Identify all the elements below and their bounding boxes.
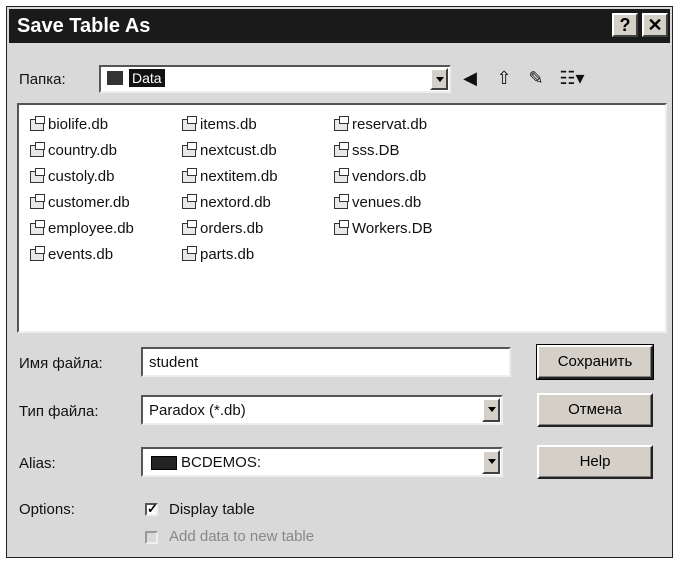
view-menu-icon[interactable]: ☷▾	[555, 67, 589, 89]
database-file-icon	[181, 168, 197, 184]
database-file-icon	[29, 246, 45, 262]
file-item[interactable]: country.db	[29, 137, 134, 163]
file-name: events.db	[48, 245, 114, 263]
alias-value: BCDEMOS:	[181, 454, 262, 471]
database-file-icon	[333, 194, 349, 210]
up-folder-icon[interactable]: ⇧	[493, 67, 515, 89]
alias-label: Alias:	[19, 455, 56, 472]
file-item[interactable]: customer.db	[29, 189, 134, 215]
database-file-icon	[29, 220, 45, 236]
file-name: nextitem.db	[200, 167, 278, 185]
file-column-1: biolife.db country.db custoly.db customer.d…	[29, 111, 134, 267]
folder-combo[interactable]: Data	[99, 65, 451, 93]
file-item[interactable]: events.db	[29, 241, 134, 267]
filetype-label: Тип файла:	[19, 403, 99, 420]
file-item[interactable]: orders.db	[181, 215, 278, 241]
database-file-icon	[29, 194, 45, 210]
add-data-checkbox[interactable]	[145, 531, 158, 544]
filetype-dropdown-arrow[interactable]	[482, 398, 500, 422]
alias-combo[interactable]: BCDEMOS:	[141, 447, 503, 477]
database-file-icon	[29, 142, 45, 158]
file-item[interactable]: Workers.DB	[333, 215, 433, 241]
filename-input[interactable]: student	[141, 347, 511, 377]
database-file-icon	[29, 116, 45, 132]
file-name: sss.DB	[352, 141, 400, 159]
file-name: employee.db	[48, 219, 134, 237]
save-button[interactable]: Сохранить	[536, 344, 654, 380]
file-item[interactable]: employee.db	[29, 215, 134, 241]
save-table-dialog: Save Table As ? ✕ Папка: Data ◀ ⇧ ✎ ☷▾ b…	[6, 6, 673, 558]
file-name: customer.db	[48, 193, 130, 211]
file-item[interactable]: items.db	[181, 111, 278, 137]
file-name: custoly.db	[48, 167, 115, 185]
checkmark-icon: ✓	[147, 501, 158, 516]
file-item[interactable]: reservat.db	[333, 111, 433, 137]
file-name: Workers.DB	[352, 219, 433, 237]
cancel-button[interactable]: Отмена	[537, 393, 653, 427]
database-file-icon	[181, 116, 197, 132]
database-file-icon	[333, 168, 349, 184]
help-title-button[interactable]: ?	[612, 13, 638, 37]
file-item[interactable]: custoly.db	[29, 163, 134, 189]
file-name: nextord.db	[200, 193, 271, 211]
drive-icon	[151, 456, 177, 470]
file-item[interactable]: nextord.db	[181, 189, 278, 215]
file-item[interactable]: vendors.db	[333, 163, 433, 189]
folder-dropdown-arrow[interactable]	[430, 68, 448, 90]
file-name: biolife.db	[48, 115, 109, 133]
filetype-value: Paradox (*.db)	[149, 402, 246, 419]
database-file-icon	[181, 220, 197, 236]
file-item[interactable]: nextcust.db	[181, 137, 278, 163]
file-name: vendors.db	[352, 167, 427, 185]
file-name: country.db	[48, 141, 117, 159]
file-item[interactable]: biolife.db	[29, 111, 134, 137]
display-table-checkbox[interactable]: ✓	[145, 501, 158, 516]
title-bar: Save Table As ? ✕	[9, 9, 670, 43]
file-name: items.db	[200, 115, 257, 133]
database-file-icon	[333, 220, 349, 236]
file-name: reservat.db	[352, 115, 428, 133]
options-label: Options:	[19, 501, 75, 518]
dialog-title: Save Table As	[17, 15, 151, 37]
database-file-icon	[333, 142, 349, 158]
database-file-icon	[181, 142, 197, 158]
filename-value: student	[149, 354, 199, 371]
file-item[interactable]: parts.db	[181, 241, 278, 267]
display-table-label[interactable]: Display table	[169, 501, 255, 518]
add-data-label[interactable]: Add data to new table	[169, 528, 314, 545]
file-name: venues.db	[352, 193, 422, 211]
database-file-icon	[333, 116, 349, 132]
file-item[interactable]: venues.db	[333, 189, 433, 215]
back-icon[interactable]: ◀	[459, 67, 481, 89]
file-column-2: items.db nextcust.db nextitem.db nextord.db…	[181, 111, 278, 267]
folder-icon	[107, 71, 123, 85]
database-file-icon	[29, 168, 45, 184]
filename-label: Имя файла:	[19, 355, 103, 372]
file-item[interactable]: sss.DB	[333, 137, 433, 163]
database-file-icon	[181, 194, 197, 210]
file-name: orders.db	[200, 219, 264, 237]
help-button[interactable]: Help	[537, 445, 653, 479]
file-column-3: reservat.db sss.DB vendors.db venues.db Work…	[333, 111, 433, 241]
database-file-icon	[181, 246, 197, 262]
file-name: parts.db	[200, 245, 255, 263]
folder-value: Data	[129, 69, 165, 87]
file-name: nextcust.db	[200, 141, 277, 159]
new-folder-icon[interactable]: ✎	[525, 67, 547, 89]
alias-dropdown-arrow[interactable]	[482, 450, 500, 474]
filetype-combo[interactable]: Paradox (*.db)	[141, 395, 503, 425]
file-item[interactable]: nextitem.db	[181, 163, 278, 189]
close-button[interactable]: ✕	[642, 13, 668, 37]
file-list[interactable]: biolife.db country.db custoly.db customer.d…	[17, 103, 667, 333]
folder-label: Папка:	[19, 71, 66, 88]
